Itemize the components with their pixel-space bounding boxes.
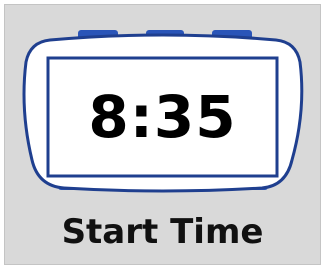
start-time-label: Start Time: [61, 212, 264, 252]
clock-time-display: 8:35: [88, 83, 237, 151]
